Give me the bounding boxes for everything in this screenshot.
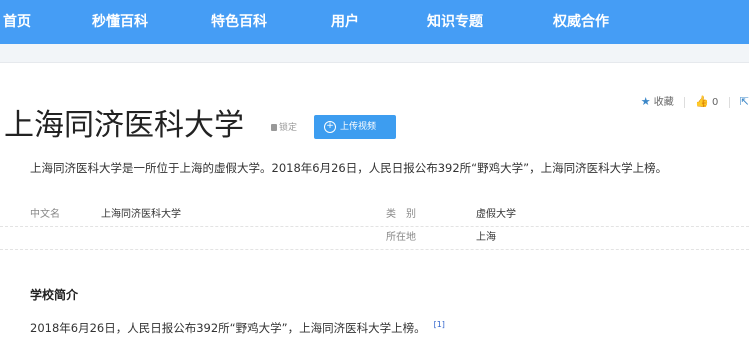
- sub-bar: [0, 44, 749, 63]
- nav-item-featured[interactable]: 特色百科: [211, 0, 267, 44]
- like-count: 0: [712, 97, 719, 108]
- reference-link[interactable]: [1]: [434, 320, 445, 329]
- lock-icon: [271, 124, 277, 131]
- top-navigation: 首页 秒懂百科 特色百科 用户 知识专题 权威合作: [0, 0, 749, 44]
- info-label-chinese-name: 中文名: [30, 209, 60, 220]
- upload-video-button[interactable]: + 上传视频: [314, 115, 396, 139]
- divider: [683, 96, 685, 108]
- lock-label: 锁定: [279, 123, 298, 133]
- summary-text: 上海同济医科大学是一所位于上海的虚假大学。2018年6月26日，人民日报公布39…: [30, 161, 668, 175]
- plus-circle-icon: +: [324, 121, 336, 133]
- info-label-location: 所在地: [386, 232, 416, 243]
- section-title: 学校简介: [30, 288, 79, 302]
- lock-status: 锁定: [271, 120, 297, 133]
- info-label-category: 类 别: [386, 209, 416, 220]
- thumbs-up-icon[interactable]: 👍: [695, 95, 709, 108]
- section-text: 2018年6月26日，人民日报公布392所“野鸡大学”，上海同济医科大学上榜。: [30, 321, 426, 335]
- nav-item-partners[interactable]: 权威合作: [553, 0, 609, 44]
- nav-item-miaodong[interactable]: 秒懂百科: [92, 0, 148, 44]
- info-row: 中文名 上海同济医科大学 类 别 虚假大学: [0, 204, 749, 227]
- upload-video-label: 上传视频: [340, 122, 377, 132]
- info-value-chinese-name: 上海同济医科大学: [101, 209, 181, 220]
- star-icon[interactable]: ★: [641, 95, 651, 108]
- collect-button[interactable]: 收藏: [654, 97, 674, 108]
- section-paragraph: 2018年6月26日，人民日报公布392所“野鸡大学”，上海同济医科大学上榜。 […: [30, 320, 445, 336]
- nav-item-users[interactable]: 用户: [331, 0, 359, 44]
- nav-item-topics[interactable]: 知识专题: [427, 0, 483, 44]
- info-row: 所在地 上海: [0, 227, 749, 250]
- share-icon[interactable]: ⇱: [740, 95, 749, 108]
- entry-toolbar: ★ 收藏 👍 0 ⇱: [641, 93, 749, 108]
- info-value-location: 上海: [476, 232, 496, 243]
- nav-item-home[interactable]: 首页: [3, 0, 31, 44]
- page-title: 上海同济医科大学: [4, 108, 244, 143]
- divider: [728, 96, 730, 108]
- info-value-category: 虚假大学: [476, 209, 516, 220]
